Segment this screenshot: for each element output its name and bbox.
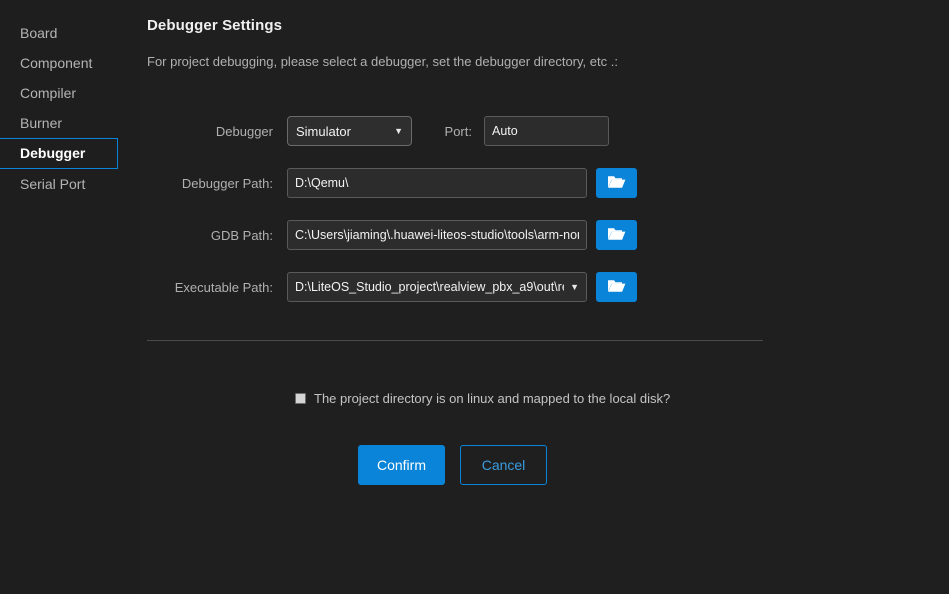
chevron-down-icon: ▼: [570, 282, 579, 292]
settings-main-pane: Debugger Settings For project debugging,…: [140, 0, 949, 594]
folder-open-icon: [607, 174, 626, 193]
folder-open-icon: [607, 278, 626, 297]
linux-mapping-checkbox[interactable]: [295, 393, 306, 404]
sidebar-item-debugger[interactable]: Debugger: [0, 138, 118, 169]
executable-path-value: D:\LiteOS_Studio_project\realview_pbx_a9…: [295, 280, 564, 294]
debugger-select[interactable]: Simulator ▼: [287, 116, 412, 146]
linux-mapping-checkbox-row[interactable]: The project directory is on linux and ma…: [295, 391, 670, 406]
debugger-row: Debugger Simulator ▼ Port:: [140, 116, 609, 146]
executable-path-select[interactable]: D:\LiteOS_Studio_project\realview_pbx_a9…: [287, 272, 587, 302]
debugger-label: Debugger: [215, 123, 273, 139]
port-input[interactable]: [484, 116, 609, 146]
dialog-actions: Confirm Cancel: [358, 445, 547, 485]
page-subtitle: For project debugging, please select a d…: [147, 54, 618, 69]
sidebar-item-compiler[interactable]: Compiler: [0, 78, 140, 108]
sidebar-item-serial-port[interactable]: Serial Port: [0, 169, 140, 199]
chevron-down-icon: ▼: [394, 126, 403, 136]
debugger-path-row: Debugger Path:: [140, 168, 637, 198]
gdb-path-label: GDB Path:: [210, 227, 273, 243]
executable-path-row: Executable Path: D:\LiteOS_Studio_projec…: [140, 272, 637, 302]
gdb-path-row: GDB Path:: [140, 220, 637, 250]
sidebar-item-board[interactable]: Board: [0, 18, 140, 48]
gdb-path-input[interactable]: [287, 220, 587, 250]
debugger-path-browse-button[interactable]: [596, 168, 637, 198]
sidebar-item-component[interactable]: Component: [0, 48, 140, 78]
debugger-path-input[interactable]: [287, 168, 587, 198]
page-title: Debugger Settings: [147, 17, 283, 34]
sidebar-item-burner[interactable]: Burner: [0, 108, 140, 138]
linux-mapping-checkbox-label: The project directory is on linux and ma…: [314, 391, 671, 406]
folder-open-icon: [607, 226, 626, 245]
section-divider: [147, 340, 763, 341]
cancel-button[interactable]: Cancel: [460, 445, 547, 485]
executable-path-browse-button[interactable]: [596, 272, 637, 302]
settings-sidebar: Board Component Compiler Burner Debugger…: [0, 0, 140, 594]
debugger-path-label: Debugger Path:: [181, 175, 273, 191]
executable-path-label: Executable Path:: [174, 279, 273, 295]
gdb-path-browse-button[interactable]: [596, 220, 637, 250]
port-label: Port:: [444, 123, 472, 139]
confirm-button[interactable]: Confirm: [358, 445, 445, 485]
debugger-select-value: Simulator: [296, 123, 351, 139]
